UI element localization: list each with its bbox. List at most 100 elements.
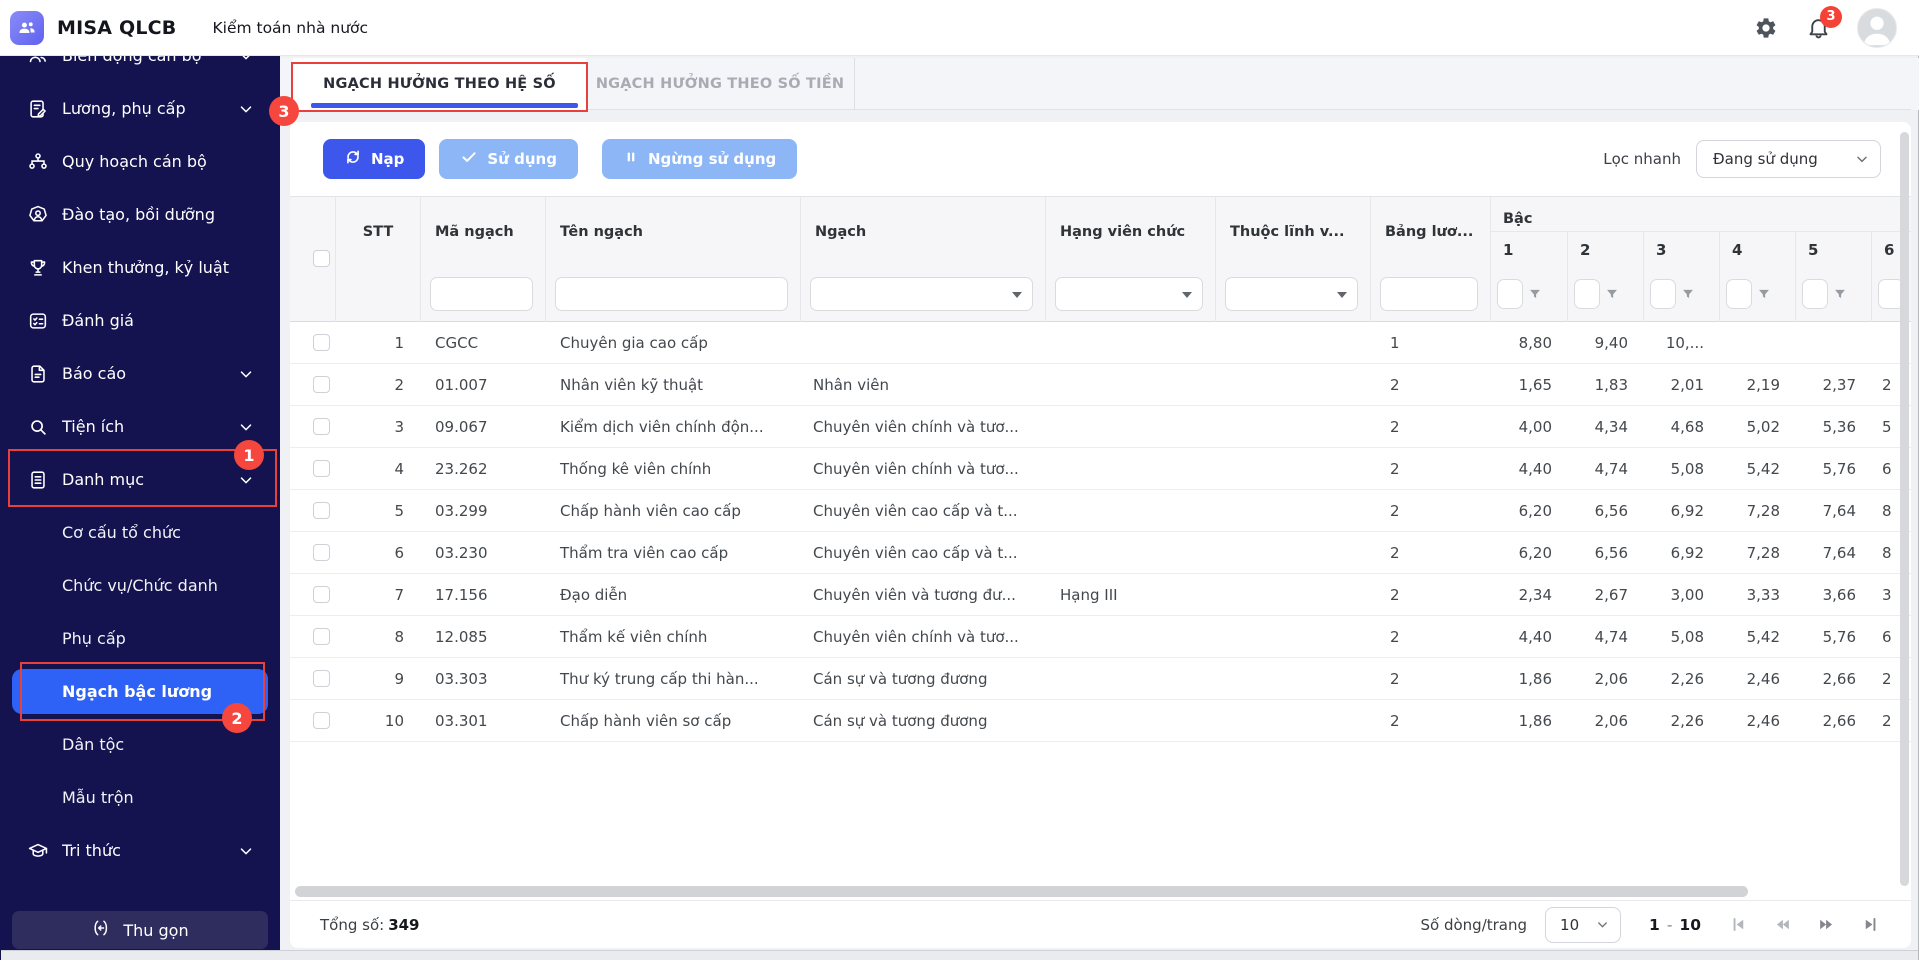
tab-ngach-huong-theo-so-tien[interactable]: NGẠCH HƯỞNG THEO SỐ TIỀN — [586, 58, 855, 110]
funnel-filter-icon[interactable] — [1757, 287, 1771, 301]
sidebar-item-3[interactable]: Đào tạo, bồi dưỡng — [0, 188, 280, 241]
cell-stt: 9 — [394, 669, 404, 688]
sidebar-item-6[interactable]: Báo cáo — [0, 347, 280, 400]
bac-column-header-5[interactable]: 5 — [1795, 232, 1871, 267]
filter-ngach-select[interactable] — [810, 277, 1033, 311]
row-checkbox[interactable] — [313, 460, 330, 477]
row-checkbox[interactable] — [313, 628, 330, 645]
column-header-stt[interactable]: STT — [335, 197, 420, 267]
table-row[interactable]: 3 09.067 Kiểm dịch viên chính độn... Chu… — [290, 406, 1911, 448]
table-row[interactable]: 1 CGCC Chuyên gia cao cấp 1 8,80 9,40 10,.… — [290, 322, 1911, 364]
row-checkbox[interactable] — [313, 418, 330, 435]
funnel-filter-icon[interactable] — [1909, 287, 1911, 301]
notifications-bell-icon[interactable]: 3 — [1805, 5, 1842, 41]
table-row[interactable]: 8 12.085 Thẩm kế viên chính Chuyên viên … — [290, 616, 1911, 658]
table-row[interactable]: 10 03.301 Chấp hành viên sơ cấp Cán sự v… — [290, 700, 1911, 742]
filter-bac-2-input[interactable] — [1574, 279, 1600, 309]
nap-button[interactable]: Nạp — [323, 139, 426, 179]
column-header-ten-ngach[interactable]: Tên ngạch — [545, 197, 800, 267]
row-checkbox[interactable] — [313, 712, 330, 729]
cell-bac-1: 8,80 — [1518, 333, 1552, 352]
rows-per-page-select[interactable]: 10 — [1545, 906, 1622, 943]
sidebar-subitem-1[interactable]: Chức vụ/Chức danh — [0, 559, 280, 612]
app-logo-icon[interactable] — [10, 10, 44, 45]
sidebar-subitem-4[interactable]: Dân tộc — [0, 718, 280, 771]
cell-thuoc-linh-vuc — [1215, 322, 1370, 363]
sidebar-item-7[interactable]: Tiện ích — [0, 400, 280, 453]
sidebar-subitem-5[interactable]: Mẫu trộn — [0, 771, 280, 824]
bac-column-header-4[interactable]: 4 — [1719, 232, 1795, 267]
sidebar-item-label: Khen thưởng, kỷ luật — [62, 258, 229, 277]
filter-hang-vien-chuc-select[interactable] — [1055, 277, 1203, 311]
funnel-filter-icon[interactable] — [1528, 287, 1542, 301]
cell-bac-1: 4,00 — [1518, 417, 1552, 436]
table-row[interactable]: 9 03.303 Thư ký trung cấp thi hàn... Cán… — [290, 658, 1911, 700]
sidebar-item-8[interactable]: Danh mục 1 — [0, 440, 280, 507]
funnel-filter-icon[interactable] — [1833, 287, 1847, 301]
bac-column-header-1[interactable]: 1 — [1491, 232, 1567, 267]
table-row[interactable]: 5 03.299 Chấp hành viên cao cấp Chuyên v… — [290, 490, 1911, 532]
table-row[interactable]: 7 17.156 Đạo diễn Chuyên viên và tương đ… — [290, 574, 1911, 616]
column-header-thuoc-linh-vuc[interactable]: Thuộc lĩnh v... — [1215, 197, 1370, 267]
row-checkbox[interactable] — [313, 502, 330, 519]
row-checkbox[interactable] — [313, 376, 330, 393]
sidebar-menu: Biến động cán bộ Lương, phụ cấp Quy hoạc… — [0, 56, 280, 877]
user-avatar[interactable] — [1857, 7, 1897, 48]
filter-ten-ngach-input[interactable] — [555, 277, 788, 311]
sidebar-item-2[interactable]: Quy hoạch cán bộ — [0, 135, 280, 188]
next-page-button[interactable] — [1813, 912, 1839, 938]
filter-bac-1-input[interactable] — [1497, 279, 1523, 309]
cell-bac-4: 5,02 — [1746, 417, 1780, 436]
table-row[interactable]: 4 23.262 Thống kê viên chính Chuyên viên… — [290, 448, 1911, 490]
last-page-button[interactable] — [1857, 912, 1883, 938]
filter-bac-3-input[interactable] — [1650, 279, 1676, 309]
cell-bac-2: 2,06 — [1594, 711, 1628, 730]
ngung-su-dung-button[interactable]: Ngừng sử dụng — [601, 139, 798, 179]
filter-ma-ngach-input[interactable] — [430, 277, 533, 311]
sidebar-item-1[interactable]: Lương, phụ cấp — [0, 82, 280, 135]
quick-filter-select[interactable]: Đang sử dụng — [1696, 140, 1881, 178]
sidebar-subitem-3[interactable]: Ngạch bậc lương 2 — [12, 662, 268, 733]
bac-column-header-2[interactable]: 2 — [1567, 232, 1643, 267]
cell-bac-3: 2,26 — [1670, 669, 1704, 688]
sidebar-subitem-0[interactable]: Cơ cấu tổ chức — [0, 506, 280, 559]
collapse-sidebar-button[interactable]: Thu gọn — [12, 911, 268, 949]
settings-gear-icon[interactable] — [1753, 15, 1779, 41]
sidebar-item-label: Đánh giá — [62, 311, 134, 330]
filter-bang-luong-input[interactable] — [1380, 277, 1478, 311]
bac-column-header-3[interactable]: 3 — [1643, 232, 1719, 267]
column-header-ngach[interactable]: Ngạch — [800, 197, 1045, 267]
sidebar-item-0[interactable]: Biến động cán bộ — [0, 56, 280, 82]
main-content: NGẠCH HƯỞNG THEO HỆ SỐ 3 NGẠCH HƯỞNG THE… — [269, 56, 1919, 960]
check-icon — [460, 148, 478, 170]
filter-bac-4-input[interactable] — [1726, 279, 1752, 309]
column-header-bang-luong[interactable]: Bảng lươ... — [1370, 197, 1490, 267]
filter-bac-5-input[interactable] — [1802, 279, 1828, 309]
sidebar-item-5[interactable]: Đánh giá — [0, 294, 280, 347]
table-row[interactable]: 2 01.007 Nhân viên kỹ thuật Nhân viên 2 … — [290, 364, 1911, 406]
table-row[interactable]: 6 03.230 Thẩm tra viên cao cấp Chuyên vi… — [290, 532, 1911, 574]
tab-ngach-huong-theo-he-so[interactable]: NGẠCH HƯỞNG THEO HỆ SỐ 3 — [269, 58, 588, 126]
su-dung-button[interactable]: Sử dụng — [439, 139, 578, 179]
sidebar-item-4[interactable]: Khen thưởng, kỷ luật — [0, 241, 280, 294]
cell-bang-luong: 2 — [1390, 417, 1400, 436]
horizontal-scrollbar[interactable] — [295, 886, 1748, 897]
sidebar-subitem-2[interactable]: Phụ cấp — [0, 612, 280, 665]
cell-bac-4: 5,42 — [1746, 627, 1780, 646]
row-checkbox[interactable] — [313, 670, 330, 687]
previous-page-button[interactable] — [1769, 912, 1795, 938]
select-all-checkbox[interactable] — [313, 249, 330, 267]
funnel-filter-icon[interactable] — [1681, 287, 1695, 301]
cell-bac-3: 10,... — [1665, 333, 1704, 352]
row-checkbox[interactable] — [313, 544, 330, 561]
sidebar-item-tri-thuc[interactable]: Tri thức — [0, 824, 280, 877]
row-checkbox[interactable] — [313, 586, 330, 603]
first-page-button[interactable] — [1725, 912, 1751, 938]
funnel-filter-icon[interactable] — [1605, 287, 1619, 301]
column-header-hang-vien-chuc[interactable]: Hạng viên chức — [1045, 197, 1215, 267]
filter-thuoc-linh-vuc-select[interactable] — [1225, 277, 1358, 311]
app-header: MISA QLCB Kiểm toán nhà nước 3 — [0, 0, 1919, 56]
column-header-ma-ngach[interactable]: Mã ngạch — [420, 197, 545, 267]
row-checkbox[interactable] — [313, 334, 330, 351]
vertical-scrollbar[interactable] — [1900, 132, 1909, 886]
